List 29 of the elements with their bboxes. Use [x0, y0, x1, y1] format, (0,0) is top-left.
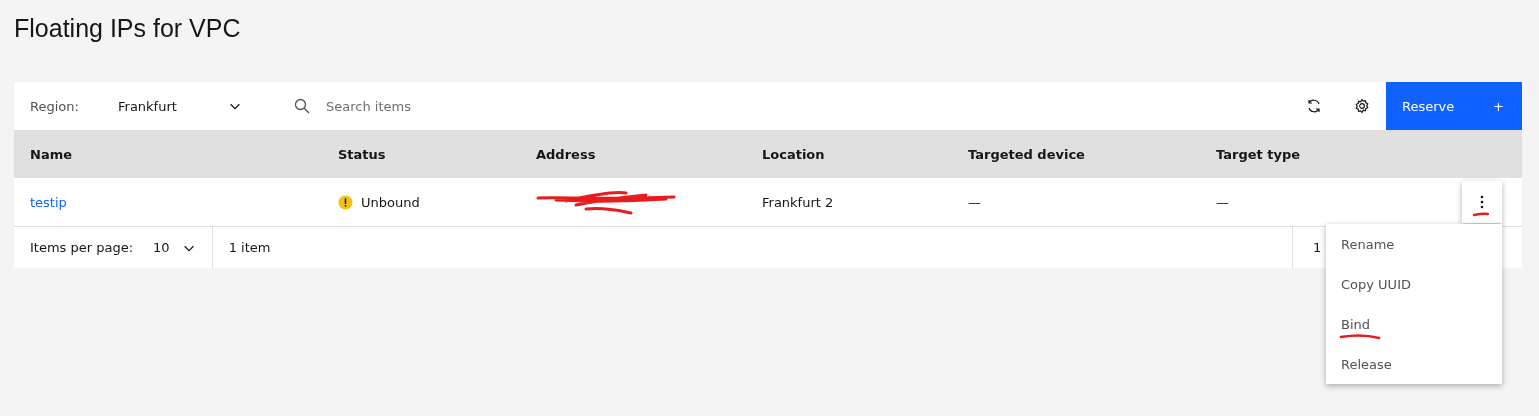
column-header: Address: [535, 146, 597, 162]
search-field[interactable]: Search items: [324, 97, 1290, 115]
column-header: Name: [29, 146, 73, 162]
region-dropdown[interactable]: Frankfurt: [118, 98, 242, 114]
overflow-menu-button[interactable]: [1462, 181, 1502, 223]
settings-icon: [1354, 98, 1370, 114]
menu-item[interactable]: Copy UUID: [1326, 264, 1502, 304]
column-header: Target type: [1215, 146, 1302, 162]
search-icon: [294, 98, 310, 114]
reserve-button[interactable]: Reserve +: [1386, 82, 1522, 130]
column-header: Location: [761, 146, 826, 162]
column-header: Targeted device: [967, 146, 1086, 162]
targeted-device-text: —: [968, 194, 981, 210]
status-text: Unbound: [361, 194, 420, 210]
name-link[interactable]: testip: [30, 194, 67, 210]
location-text: Frankfurt 2: [762, 194, 834, 210]
menu-item[interactable]: Release: [1326, 344, 1502, 384]
region-label: Region:: [29, 98, 80, 114]
page-title: Floating IPs for VPC: [14, 13, 242, 44]
menu-item[interactable]: Rename: [1326, 224, 1502, 264]
menu-item[interactable]: Bind: [1326, 304, 1502, 344]
items-per-page-dropdown[interactable]: 10: [153, 240, 196, 255]
target-type-text: —: [1216, 194, 1229, 210]
items-per-page-label: Items per page:: [30, 240, 134, 255]
item-count: 1 item: [227, 240, 272, 255]
refresh-icon: [1306, 98, 1322, 114]
kebab-icon: [1480, 195, 1484, 209]
column-header: Status: [337, 146, 387, 162]
page-number[interactable]: 1: [1313, 240, 1322, 255]
